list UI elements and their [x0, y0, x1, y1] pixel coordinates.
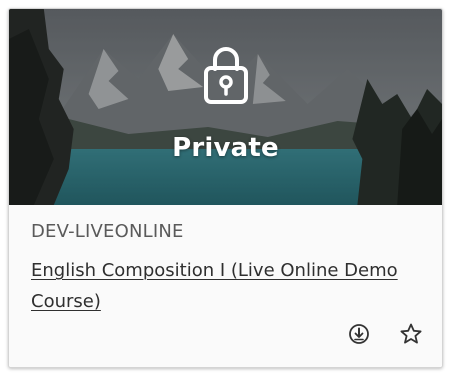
info-download-icon [349, 324, 369, 344]
course-banner[interactable]: Private [9, 9, 442, 205]
lock-icon [203, 47, 248, 104]
course-info-button[interactable] [346, 321, 372, 347]
course-id: DEV-LIVEONLINE [31, 221, 184, 242]
course-title-link[interactable]: English Composition I (Live Online Demo … [31, 255, 411, 317]
privacy-status-label: Private [172, 133, 279, 163]
favorite-button[interactable] [398, 321, 424, 347]
banner-image [9, 9, 442, 205]
card-actions [346, 321, 424, 347]
course-info: DEV-LIVEONLINE English Composition I (Li… [9, 205, 442, 367]
star-icon [400, 323, 422, 344]
course-card[interactable]: Private DEV-LIVEONLINE English Compositi… [8, 8, 443, 368]
